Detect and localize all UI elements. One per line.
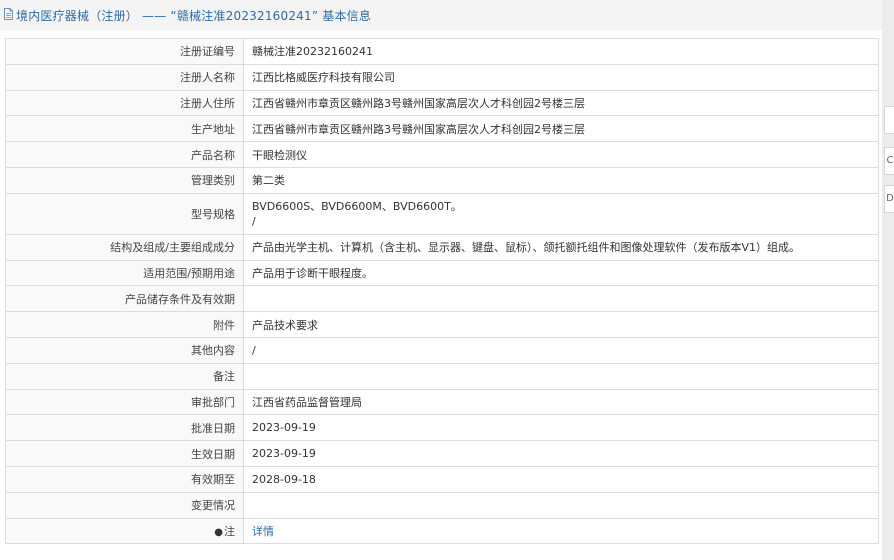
row-value-product-name: 干眼检测仪 — [243, 141, 879, 168]
row-label-intended-use: 适用范围/预期用途 — [5, 259, 244, 287]
row-label-other: 其他内容 — [5, 336, 244, 364]
side-tab-3[interactable]: D — [884, 185, 894, 213]
row-label-registration-number: 注册证编号 — [5, 38, 244, 65]
table-row: 变更情况 — [5, 491, 879, 519]
table-row: 产品名称 干眼检测仪 — [5, 141, 879, 168]
map-pin-icon: ● — [214, 526, 223, 538]
row-label-approval-date: 批准日期 — [5, 414, 244, 442]
row-label-registrant-name: 注册人名称 — [5, 63, 244, 91]
row-value-intended-use: 产品用于诊断干眼程度。 — [243, 259, 879, 287]
table-row: 注册证编号 赣械注准20232160241 — [5, 38, 879, 65]
info-table: 注册证编号 赣械注准20232160241 注册人名称 江西比格威医疗科技有限公… — [5, 38, 879, 545]
row-value-storage — [243, 285, 879, 313]
row-label-effective-date: 生效日期 — [5, 440, 244, 467]
header-bar: 境内医疗器械（注册） —— “赣械注准20232160241” 基本信息 — [0, 0, 882, 31]
table-row: 生产地址 江西省赣州市章贡区赣州路3号赣州国家高层次人才科创园2号楼三层 — [5, 115, 879, 143]
note-label: 注 — [224, 524, 235, 538]
row-value-approval-dept: 江西省药品监督管理局 — [243, 388, 879, 416]
row-value-production-address: 江西省赣州市章贡区赣州路3号赣州国家高层次人才科创园2号楼三层 — [243, 115, 879, 143]
table-row: 结构及组成/主要组成成分 产品由光学主机、计算机（含主机、显示器、键盘、鼠标）、… — [5, 233, 879, 261]
side-tab-2[interactable]: C — [884, 147, 894, 175]
table-row: 其他内容 / — [5, 336, 879, 364]
row-value-changes — [243, 491, 879, 519]
table-row: 备注 — [5, 362, 879, 390]
row-label-changes: 变更情况 — [5, 491, 244, 519]
table-row: 适用范围/预期用途 产品用于诊断干眼程度。 — [5, 259, 879, 287]
row-label-management-class: 管理类别 — [5, 166, 244, 194]
table-row: 审批部门 江西省药品监督管理局 — [5, 388, 879, 416]
details-link[interactable]: 详情 — [252, 525, 274, 538]
table-row: 注册人名称 江西比格威医疗科技有限公司 — [5, 63, 879, 91]
table-row: 产品储存条件及有效期 — [5, 285, 879, 313]
table-row: ●注 详情 — [5, 517, 879, 545]
row-label-expiry-date: 有效期至 — [5, 465, 244, 493]
row-label-storage: 产品储存条件及有效期 — [5, 285, 244, 313]
table-row: 有效期至 2028-09-18 — [5, 465, 879, 493]
row-value-effective-date: 2023-09-19 — [243, 440, 879, 467]
row-label-product-name: 产品名称 — [5, 141, 244, 168]
row-label-note: ●注 — [5, 517, 244, 545]
side-tab-1[interactable] — [884, 106, 894, 134]
row-label-approval-dept: 审批部门 — [5, 388, 244, 416]
row-label-attachment: 附件 — [5, 311, 244, 338]
row-label-registrant-address: 注册人住所 — [5, 89, 244, 117]
row-value-other: / — [243, 336, 879, 364]
model-spec-line-2: / — [252, 214, 256, 228]
page-frame: 境内医疗器械（注册） —— “赣械注准20232160241” 基本信息 C D… — [0, 0, 894, 560]
row-value-approval-date: 2023-09-19 — [243, 414, 879, 442]
table-row: 型号规格 BVD6600S、BVD6600M、BVD6600T。 / — [5, 192, 879, 235]
row-value-registrant-address: 江西省赣州市章贡区赣州路3号赣州国家高层次人才科创园2号楼三层 — [243, 89, 879, 117]
row-label-structure: 结构及组成/主要组成成分 — [5, 233, 244, 261]
row-label-remarks: 备注 — [5, 362, 244, 390]
table-row: 附件 产品技术要求 — [5, 311, 879, 338]
row-value-management-class: 第二类 — [243, 166, 879, 194]
row-value-model-spec: BVD6600S、BVD6600M、BVD6600T。 / — [243, 192, 879, 235]
row-value-attachment: 产品技术要求 — [243, 311, 879, 338]
row-value-structure: 产品由光学主机、计算机（含主机、显示器、键盘、鼠标）、颌托额托组件和图像处理软件… — [243, 233, 879, 261]
table-row: 注册人住所 江西省赣州市章贡区赣州路3号赣州国家高层次人才科创园2号楼三层 — [5, 89, 879, 117]
row-value-remarks — [243, 362, 879, 390]
row-value-expiry-date: 2028-09-18 — [243, 465, 879, 493]
row-label-production-address: 生产地址 — [5, 115, 244, 143]
table-row: 管理类别 第二类 — [5, 166, 879, 194]
document-icon — [4, 8, 13, 20]
model-spec-line-1: BVD6600S、BVD6600M、BVD6600T。 — [252, 199, 462, 213]
table-row: 生效日期 2023-09-19 — [5, 440, 879, 467]
row-value-registrant-name: 江西比格威医疗科技有限公司 — [243, 63, 879, 91]
row-value-note: 详情 — [243, 517, 879, 545]
page-title: 境内医疗器械（注册） —— “赣械注准20232160241” 基本信息 — [16, 9, 372, 23]
table-row: 批准日期 2023-09-19 — [5, 414, 879, 442]
row-label-model-spec: 型号规格 — [5, 192, 244, 235]
row-value-registration-number: 赣械注准20232160241 — [243, 38, 879, 65]
